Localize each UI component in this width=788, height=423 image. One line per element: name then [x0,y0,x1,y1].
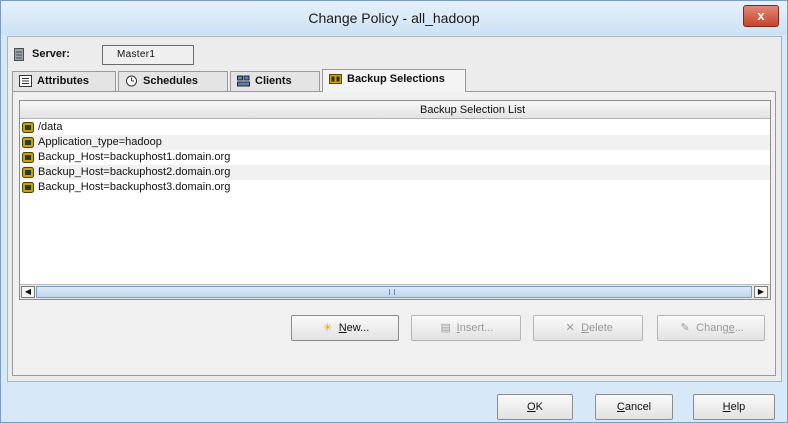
clients-icon [237,75,250,87]
selection-icon [22,152,34,163]
list-item[interactable]: Application_type=hadoop [20,135,770,150]
tab-schedules-label: Schedules [143,75,199,87]
list-item-label: Application_type=hadoop [38,136,162,148]
title-bar[interactable]: Change Policy - all_hadoop x [1,1,787,35]
list-header[interactable]: Backup Selection List [20,101,770,119]
change-icon: ✎ [680,322,690,334]
tab-clients-label: Clients [255,75,292,87]
change-policy-window: Change Policy - all_hadoop x Server: Mas… [0,0,788,423]
horizontal-scrollbar[interactable]: ◀ ▶ [20,284,770,299]
backup-selections-panel: Backup Selection List /data Application_… [12,91,776,376]
tab-backup-selections[interactable]: Backup Selections [322,69,466,92]
list-item-label: Backup_Host=backuphost1.domain.org [38,151,231,163]
cancel-button[interactable]: Cancel [595,394,673,420]
list-item[interactable]: /data [20,120,770,135]
close-button[interactable]: x [743,5,779,27]
scroll-left-button[interactable]: ◀ [21,286,35,298]
tab-attributes[interactable]: Attributes [12,71,116,91]
tab-schedules[interactable]: Schedules [118,71,228,91]
list-item-label: /data [38,121,63,133]
list-item-label: Backup_Host=backuphost2.domain.org [38,166,231,178]
server-label: Server: [32,48,70,60]
tab-backup-selections-label: Backup Selections [347,73,445,85]
selection-icon [22,167,34,178]
list-item-label: Backup_Host=backuphost3.domain.org [38,181,231,193]
scroll-thumb[interactable] [36,286,752,298]
server-field: Master1 [102,45,194,65]
window-title: Change Policy - all_hadoop [308,10,480,26]
dialog-body: Server: Master1 Attributes Schedules Cli… [7,36,782,382]
insert-icon: ▤ [440,322,451,334]
selection-icon [22,122,34,133]
tab-clients[interactable]: Clients [230,71,320,91]
attributes-icon [19,75,32,87]
new-star-icon: ✳ [323,322,333,334]
list-item[interactable]: Backup_Host=backuphost3.domain.org [20,180,770,195]
backup-selections-icon [329,74,342,84]
selection-icon [22,137,34,148]
delete-x-icon: ✕ [565,322,575,334]
delete-button[interactable]: ✕ Delete [533,315,643,341]
schedules-icon [126,75,137,87]
ok-button[interactable]: OK [497,394,573,420]
new-button[interactable]: ✳ New... [291,315,399,341]
change-button[interactable]: ✎ Change... [657,315,765,341]
backup-selection-list[interactable]: Backup Selection List /data Application_… [19,100,771,300]
list-item[interactable]: Backup_Host=backuphost1.domain.org [20,150,770,165]
insert-button[interactable]: ▤ Insert... [411,315,521,341]
list-item[interactable]: Backup_Host=backuphost2.domain.org [20,165,770,180]
server-icon [14,48,24,61]
selection-icon [22,182,34,193]
tab-attributes-label: Attributes [37,75,89,87]
help-button[interactable]: Help [693,394,775,420]
grip-icon [389,289,395,295]
scroll-right-button[interactable]: ▶ [754,286,768,298]
list-header-label: Backup Selection List [420,104,526,116]
list-rows: /data Application_type=hadoop Backup_Hos… [20,120,770,195]
